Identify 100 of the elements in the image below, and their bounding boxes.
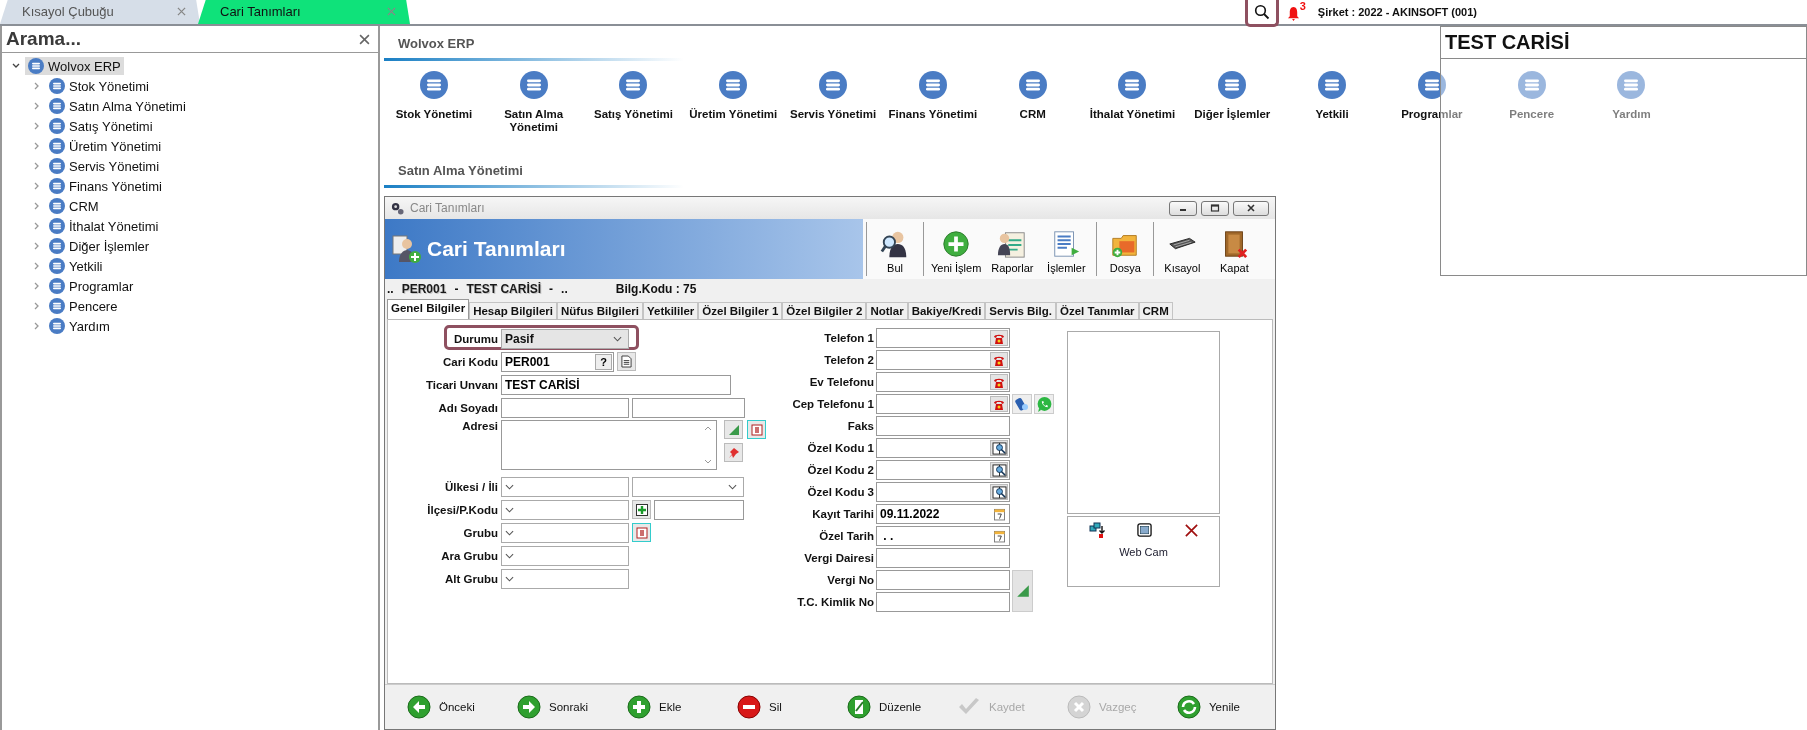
module-button[interactable]: İthalat Yönetimi [1082,67,1183,159]
nav-button[interactable]: Önceki [407,695,517,719]
tree-item[interactable]: İthalat Yönetimi [46,217,162,235]
tab[interactable]: Servis Bilg. [985,302,1056,319]
info-text: - [549,282,554,296]
tree-item[interactable]: Diğer İşlemler [46,237,153,255]
close-icon[interactable] [359,33,370,45]
date-field[interactable]: . . [876,526,1010,546]
input-field[interactable] [632,397,745,418]
tree-item[interactable]: Wolvox ERP [25,57,124,75]
list-icon [1018,71,1047,99]
expand-button[interactable] [724,420,743,439]
dropdown[interactable]: Pasif [501,328,629,349]
toolbar-button[interactable]: Dosya [1096,222,1151,276]
phone-button[interactable] [990,330,1008,346]
phone-button[interactable] [990,352,1008,368]
tree-item[interactable]: Stok Yönetimi [46,77,152,95]
add-button[interactable] [632,500,651,519]
document-button[interactable] [617,352,636,371]
input-field[interactable] [876,548,1010,568]
pause-button[interactable] [747,420,766,439]
module-button[interactable]: Programlar [1381,67,1482,159]
tree-item[interactable]: CRM [46,197,102,215]
text-area[interactable] [501,420,717,470]
delete-icon[interactable] [1183,522,1199,538]
tab[interactable]: CRM [1138,302,1173,319]
tab[interactable]: Özel Bilgiler 2 [782,302,867,319]
lookup-button[interactable] [990,462,1008,478]
tree-item[interactable]: Satış Yönetimi [46,117,156,135]
tree-item[interactable]: Finans Yönetimi [46,177,165,195]
tab[interactable]: Hesap Bilgileri [469,302,558,319]
module-button[interactable]: Yetkili [1282,67,1382,159]
field-label: Ülkesi / İli [443,480,498,493]
lookup-button[interactable] [990,440,1008,456]
tree-item[interactable]: Servis Yönetimi [46,157,163,175]
tab[interactable]: Yetkililer [643,302,699,319]
section-title: Satın Alma Yönetimi [397,162,523,180]
module-button[interactable]: CRM [982,67,1083,159]
dropdown[interactable] [501,568,629,589]
toolbar-button[interactable]: Bul [866,222,920,276]
tab[interactable]: Özel Tanımlar [1056,302,1139,319]
nav-button[interactable]: Sil [737,695,847,719]
tree-item[interactable]: Yardım [46,317,113,335]
monitor-icon[interactable] [1136,522,1152,538]
tree-item[interactable]: Yetkili [46,257,106,275]
transfer-icon[interactable] [1088,522,1105,538]
toolbar-button[interactable]: Raporlar [985,222,1040,276]
tab[interactable]: Bakiye/Kredi [907,302,986,319]
tab[interactable]: Genel Bilgiler [387,299,470,319]
close-button[interactable] [1233,200,1269,216]
minimize-button[interactable] [1169,200,1197,216]
module-button[interactable]: Satış Yönetimi [583,67,684,159]
chevron-down-icon [505,529,514,536]
toolbar-button[interactable]: İşlemler [1039,222,1094,276]
lookup-button[interactable] [990,484,1008,500]
search-button[interactable] [1244,0,1279,27]
input-field[interactable] [876,592,1010,612]
nav-button[interactable]: Yenile [1177,695,1287,719]
tab[interactable]: Özel Bilgiler 1 [698,302,783,319]
module-button[interactable]: Pencere [1481,67,1582,159]
document-tab[interactable]: Kısayol Çubuğu [0,0,200,24]
input-field[interactable] [876,416,1010,436]
phone-button[interactable] [990,374,1008,390]
pin-button[interactable] [724,443,743,462]
tree-item[interactable]: Üretim Yönetimi [46,137,165,155]
field-label: Adresi [461,420,498,432]
document-tab[interactable]: Cari Tanımları [198,0,410,24]
phone-button[interactable] [990,396,1008,412]
close-icon[interactable] [177,7,186,16]
nav-button[interactable]: Düzenle [847,695,957,719]
list-icon [49,138,65,154]
nav-button[interactable]: Ekle [627,695,737,719]
input-field[interactable]: TEST CARİSİ [501,374,731,395]
toolbar-button[interactable]: Yeni İşlem [923,222,986,276]
tree-item[interactable]: Pencere [46,297,121,315]
date-field[interactable]: 09.11.2022 [876,504,1010,524]
input-field[interactable] [501,397,629,418]
module-button[interactable]: Stok Yönetimi [384,67,484,159]
chat-button[interactable] [1034,394,1054,414]
expand-button[interactable] [1012,570,1033,612]
tree-item[interactable]: Satın Alma Yönetimi [46,97,189,115]
toolbar-button[interactable]: Kapat [1207,222,1262,276]
module-button[interactable]: Diğer İşlemler [1182,67,1283,159]
nav-button[interactable]: Sonraki [517,695,627,719]
tab[interactable]: Nüfus Bilgileri [557,302,643,319]
tree-item[interactable]: Programlar [46,277,137,295]
maximize-button[interactable] [1201,200,1229,216]
bell-icon[interactable] [1286,6,1300,21]
input-field[interactable] [654,499,744,520]
module-button[interactable]: Üretim Yönetimi [683,67,784,159]
tab[interactable]: Notlar [866,302,908,319]
toolbar-button[interactable]: Kısayol [1153,222,1208,276]
module-button[interactable]: Yardım [1581,67,1682,159]
dropdown[interactable] [501,545,629,566]
phone-link-button[interactable] [1012,394,1032,414]
module-button[interactable]: Servis Yönetimi [783,67,883,159]
module-button[interactable]: Satın Alma Yönetimi [483,67,584,159]
search-icon [1253,4,1270,20]
module-button[interactable]: Finans Yönetimi [883,67,983,159]
input-field[interactable] [876,570,1010,590]
